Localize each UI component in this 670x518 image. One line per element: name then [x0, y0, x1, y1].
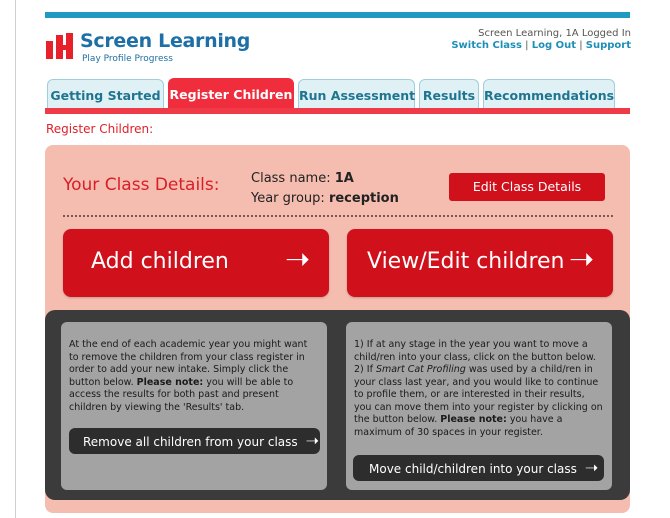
move-info-text-2: 2) If Smart Cat Profiling was used by a …: [354, 364, 603, 438]
class-name-row: Class name: 1A: [251, 171, 354, 186]
logged-in-status: Screen Learning, 1A Logged In: [478, 28, 631, 39]
register-actions-area: At the end of each academic year you mig…: [45, 310, 630, 500]
support-link[interactable]: Support: [586, 40, 631, 51]
add-children-button[interactable]: Add children ➝: [63, 229, 329, 297]
year-group-row: Year group: reception: [251, 191, 399, 206]
class-name-value: 1A: [334, 171, 354, 186]
remove-all-children-label: Remove all children from your class: [83, 435, 298, 449]
tab-underline-bar: [45, 108, 630, 114]
link-separator: |: [525, 40, 529, 51]
view-edit-children-label: View/Edit children: [367, 249, 565, 274]
right-arrow-icon: ➝: [569, 242, 595, 277]
remove-children-info: At the end of each academic year you mig…: [61, 322, 327, 490]
user-status-box: Screen Learning, 1A Logged In Switch Cla…: [451, 28, 631, 52]
move-children-label: Move child/children into your class: [369, 462, 577, 476]
tab-recommendations[interactable]: Recommendations: [483, 79, 615, 108]
dotted-divider: [63, 215, 613, 217]
breadcrumb: Register Children:: [46, 122, 154, 136]
top-accent-bar: [45, 12, 630, 18]
edit-class-details-button[interactable]: Edit Class Details: [449, 173, 605, 201]
brand-subtitle: Play Profile Progress: [82, 54, 173, 64]
remove-all-children-button[interactable]: Remove all children from your class ➝: [69, 428, 320, 454]
log-out-link[interactable]: Log Out: [532, 40, 576, 51]
switch-class-link[interactable]: Switch Class: [451, 40, 522, 51]
year-group-label: Year group:: [251, 191, 325, 206]
add-children-label: Add children: [91, 249, 229, 274]
tab-results[interactable]: Results: [419, 79, 479, 108]
link-separator: |: [579, 40, 583, 51]
brand-logo-icon: [46, 33, 73, 59]
class-name-label: Class name:: [251, 171, 331, 186]
tab-run-assessment[interactable]: Run Assessment: [298, 79, 415, 108]
tab-register-children[interactable]: Register Children: [168, 78, 294, 109]
right-arrow-icon: ➝: [285, 242, 311, 277]
year-group-value: reception: [328, 191, 399, 206]
page-border: [15, 0, 16, 518]
class-details-title: Your Class Details:: [63, 175, 220, 195]
move-children-button[interactable]: Move child/children into your class ➝: [353, 455, 604, 481]
class-panel: Your Class Details: Class name: 1A Year …: [45, 145, 630, 513]
tab-getting-started[interactable]: Getting Started: [47, 79, 164, 108]
move-info-text-1: 1) If at any stage in the year you want …: [354, 339, 596, 363]
user-links: Switch Class | Log Out | Support: [451, 40, 631, 52]
brand-title: Screen Learning: [80, 30, 251, 52]
view-edit-children-button[interactable]: View/Edit children ➝: [347, 229, 613, 297]
remove-info-text: At the end of each academic year you mig…: [69, 339, 308, 413]
right-arrow-icon: ➝: [584, 458, 599, 477]
right-arrow-icon: ➝: [305, 431, 320, 450]
